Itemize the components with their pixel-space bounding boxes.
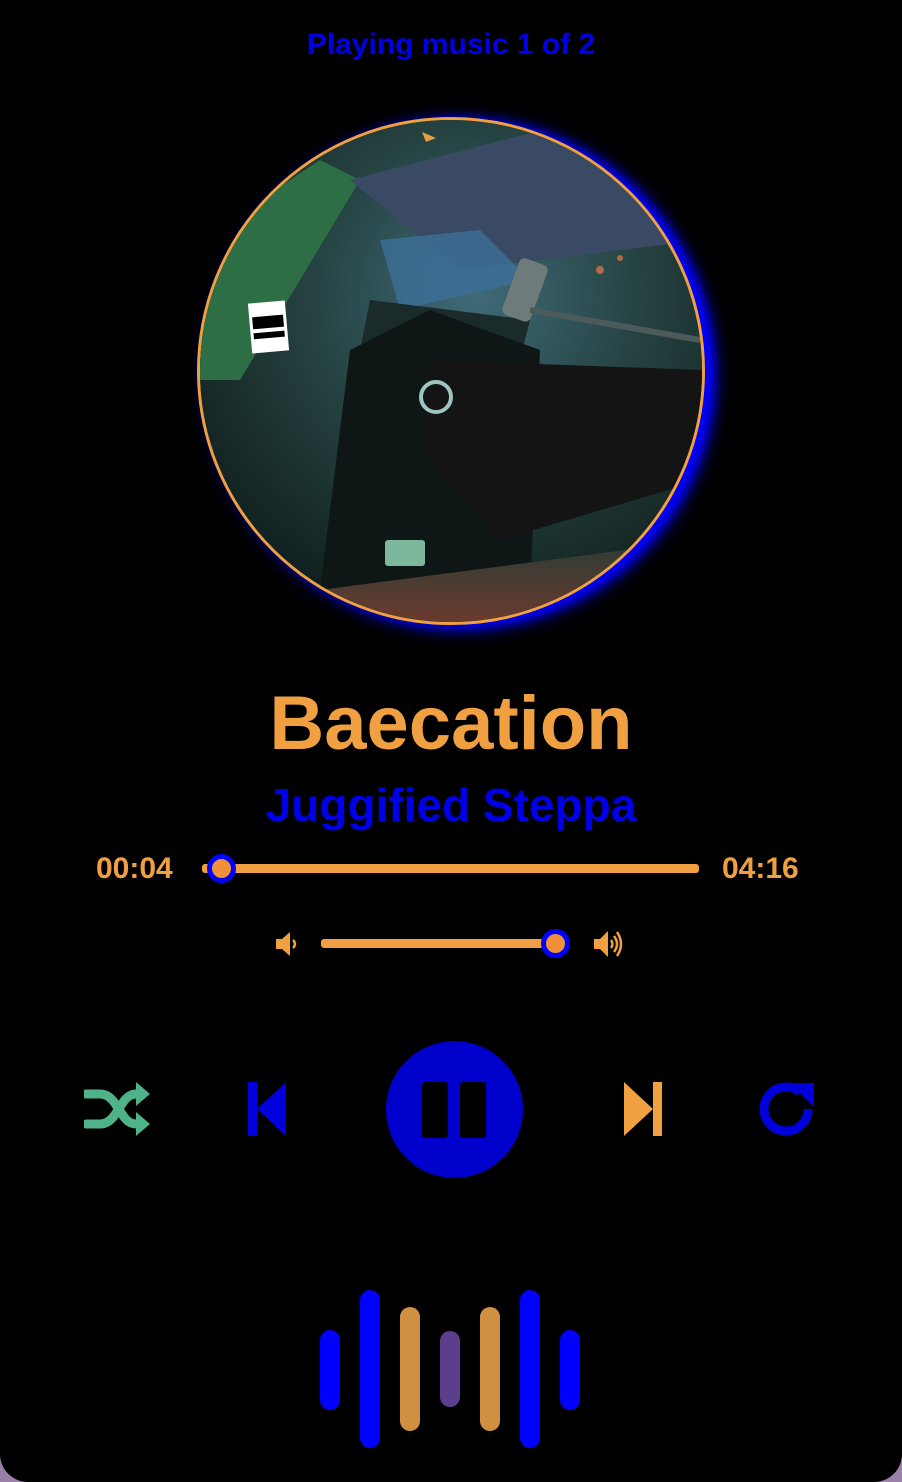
pause-icon <box>422 1082 486 1138</box>
skip-previous-icon[interactable] <box>246 1080 288 1138</box>
parental-advisory-badge <box>247 300 290 354</box>
wave-bar <box>400 1307 420 1431</box>
album-art-image <box>200 120 702 622</box>
current-time: 00:04 <box>96 852 173 885</box>
wave-bar <box>520 1290 540 1448</box>
wave-bar <box>320 1330 340 1410</box>
artist-name: Juggified Steppa <box>265 779 637 831</box>
now-playing-label: Playing music 1 of 2 <box>306 28 596 61</box>
volume-slider[interactable] <box>321 939 555 948</box>
volume-high-icon <box>594 931 623 957</box>
album-art <box>197 117 705 625</box>
wave-bar <box>560 1330 580 1410</box>
volume-thumb[interactable] <box>541 929 570 958</box>
volume-low-icon <box>276 932 297 956</box>
skip-next-icon[interactable] <box>622 1080 664 1138</box>
shuffle-icon[interactable] <box>84 1080 150 1138</box>
repeat-icon[interactable] <box>756 1079 818 1139</box>
seek-bar[interactable] <box>202 864 699 873</box>
seek-thumb[interactable] <box>207 854 236 883</box>
total-time: 04:16 <box>722 852 799 885</box>
wave-bar <box>480 1307 500 1431</box>
wave-bar <box>440 1331 460 1407</box>
pause-button[interactable] <box>386 1041 523 1178</box>
wave-bar <box>360 1290 380 1448</box>
song-title: Baecation <box>269 681 633 766</box>
music-player: Playing music 1 of 2 Baecation Juggified… <box>0 0 902 1482</box>
